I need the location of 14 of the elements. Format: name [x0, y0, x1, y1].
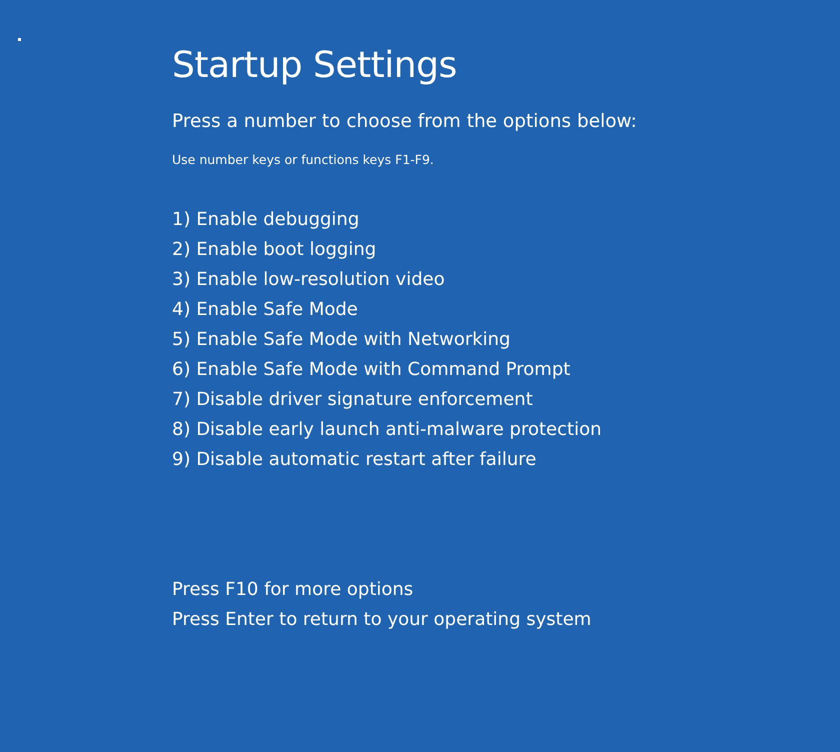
footer-text: Press F10 for more options: [172, 578, 414, 602]
screen-title: Startup Settings: [172, 44, 458, 88]
option-item[interactable]: 2) Enable boot logging: [172, 235, 840, 265]
option-item[interactable]: 5) Enable Safe Mode with Networking: [172, 325, 840, 355]
option-item[interactable]: 1) Enable debugging: [172, 205, 840, 235]
option-item[interactable]: 6) Enable Safe Mode with Command Prompt: [172, 355, 840, 385]
instruction-text: Press a number to choose from the options below:: [172, 110, 638, 134]
option-item[interactable]: 8) Disable early launch anti-malware protection: [172, 415, 840, 445]
footer-text: Press Enter to return to your operating system: [172, 608, 592, 632]
option-item[interactable]: 4) Enable Safe Mode: [172, 295, 840, 325]
hint-text: Use number keys or functions keys F1-F9.: [172, 151, 435, 169]
option-item[interactable]: 7) Disable driver signature enforcement: [172, 385, 840, 415]
option-item[interactable]: 3) Enable low-resolution video: [172, 265, 840, 295]
option-item[interactable]: 9) Disable automatic restart after failure: [172, 445, 840, 475]
